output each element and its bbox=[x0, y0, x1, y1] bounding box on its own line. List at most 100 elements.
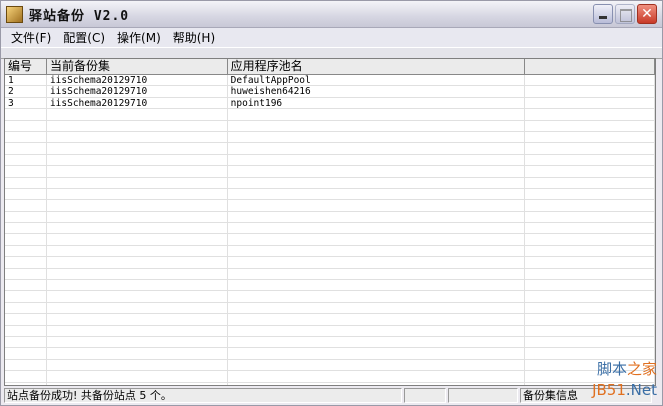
empty-cell bbox=[228, 325, 526, 336]
empty-row bbox=[5, 223, 655, 235]
cell-backup-set: iisSchema20129710 bbox=[47, 86, 228, 97]
table-row[interactable]: 1 iisSchema20129710 DefaultAppPool bbox=[5, 75, 655, 87]
status-backup-info: 备份集信息 bbox=[520, 388, 652, 403]
empty-cell bbox=[5, 109, 47, 120]
empty-row bbox=[5, 245, 655, 258]
empty-row bbox=[5, 280, 655, 292]
table-row[interactable]: 3 iisSchema20129710 npoint196 bbox=[5, 97, 655, 110]
empty-cell bbox=[228, 371, 526, 382]
empty-cell bbox=[47, 257, 228, 268]
empty-cell bbox=[5, 371, 47, 382]
empty-row bbox=[5, 302, 655, 315]
status-panel-3 bbox=[448, 388, 518, 403]
empty-cell bbox=[525, 314, 655, 325]
empty-cell bbox=[525, 371, 655, 382]
empty-row bbox=[5, 188, 655, 201]
empty-cell bbox=[47, 371, 228, 382]
empty-cell bbox=[47, 154, 228, 166]
close-button[interactable]: ✕ bbox=[637, 4, 657, 24]
column-header-backup-set[interactable]: 当前备份集 bbox=[47, 59, 228, 74]
empty-cell bbox=[525, 154, 655, 166]
empty-row bbox=[5, 131, 655, 144]
empty-cell bbox=[525, 291, 655, 302]
cell-backup-set: iisSchema20129710 bbox=[47, 75, 228, 86]
empty-cell bbox=[47, 131, 228, 143]
empty-cell bbox=[47, 336, 228, 348]
column-header-id[interactable]: 编号 bbox=[5, 59, 47, 74]
column-header-extra[interactable] bbox=[525, 59, 655, 74]
empty-cell bbox=[5, 143, 47, 154]
empty-cell bbox=[525, 188, 655, 200]
empty-cell bbox=[228, 120, 526, 131]
table-row[interactable]: 2 iisSchema20129710 huweishen64216 bbox=[5, 86, 655, 98]
empty-cell bbox=[5, 302, 47, 314]
empty-cell bbox=[228, 268, 526, 280]
column-header-app-pool[interactable]: 应用程序池名 bbox=[228, 59, 526, 74]
empty-cell bbox=[525, 109, 655, 120]
empty-cell bbox=[525, 257, 655, 268]
empty-cell bbox=[525, 245, 655, 257]
status-message: 站点备份成功! 共备份站点 5 个。 bbox=[4, 388, 402, 403]
empty-cell bbox=[5, 211, 47, 223]
empty-cell bbox=[228, 234, 526, 245]
empty-cell bbox=[525, 336, 655, 348]
cell-app-pool: huweishen64216 bbox=[228, 86, 526, 97]
empty-cell bbox=[228, 257, 526, 268]
empty-cell bbox=[5, 200, 47, 211]
empty-cell bbox=[47, 223, 228, 234]
menu-operate[interactable]: 操作(M) bbox=[111, 29, 167, 46]
empty-row bbox=[5, 291, 655, 303]
empty-cell bbox=[525, 211, 655, 223]
menu-file[interactable]: 文件(F) bbox=[5, 29, 57, 46]
empty-cell bbox=[228, 131, 526, 143]
empty-cell bbox=[525, 177, 655, 188]
empty-cell bbox=[5, 188, 47, 200]
empty-cell bbox=[5, 234, 47, 245]
empty-cell bbox=[5, 280, 47, 291]
empty-cell bbox=[47, 268, 228, 280]
empty-cell bbox=[47, 166, 228, 177]
empty-cell bbox=[47, 382, 228, 385]
empty-cell bbox=[47, 280, 228, 291]
empty-cell bbox=[525, 143, 655, 154]
empty-cell bbox=[525, 120, 655, 131]
empty-row bbox=[5, 154, 655, 167]
cell-extra bbox=[525, 86, 655, 97]
cell-id: 1 bbox=[5, 75, 47, 86]
empty-row bbox=[5, 371, 655, 383]
empty-cell bbox=[47, 359, 228, 371]
empty-cell bbox=[5, 131, 47, 143]
empty-cell bbox=[525, 348, 655, 359]
empty-cell bbox=[5, 257, 47, 268]
empty-cell bbox=[228, 280, 526, 291]
empty-row bbox=[5, 314, 655, 326]
cell-backup-set: iisSchema20129710 bbox=[47, 97, 228, 109]
menu-config[interactable]: 配置(C) bbox=[57, 29, 111, 46]
empty-row bbox=[5, 325, 655, 337]
empty-cell bbox=[5, 177, 47, 188]
maximize-button[interactable] bbox=[615, 4, 635, 24]
menu-help[interactable]: 帮助(H) bbox=[167, 29, 221, 46]
empty-row bbox=[5, 336, 655, 349]
menu-bar: 文件(F) 配置(C) 操作(M) 帮助(H) bbox=[1, 28, 662, 48]
empty-cell bbox=[47, 245, 228, 257]
empty-cell bbox=[5, 382, 47, 385]
empty-cell bbox=[5, 348, 47, 359]
empty-cell bbox=[5, 359, 47, 371]
empty-cell bbox=[525, 325, 655, 336]
empty-row bbox=[5, 166, 655, 178]
empty-cell bbox=[47, 302, 228, 314]
empty-cell bbox=[525, 268, 655, 280]
empty-cell bbox=[5, 154, 47, 166]
minimize-button[interactable] bbox=[593, 4, 613, 24]
empty-cell bbox=[47, 234, 228, 245]
title-bar[interactable]: 驿站备份 V2.0 ✕ bbox=[1, 1, 662, 28]
cell-app-pool: DefaultAppPool bbox=[228, 75, 526, 86]
cell-app-pool: npoint196 bbox=[228, 97, 526, 109]
empty-cell bbox=[525, 382, 655, 385]
empty-cell bbox=[228, 211, 526, 223]
backup-list[interactable]: 编号 当前备份集 应用程序池名 1 iisSchema20129710 Defaul… bbox=[4, 58, 656, 386]
empty-cell bbox=[525, 200, 655, 211]
empty-cell bbox=[47, 200, 228, 211]
empty-cell bbox=[228, 314, 526, 325]
